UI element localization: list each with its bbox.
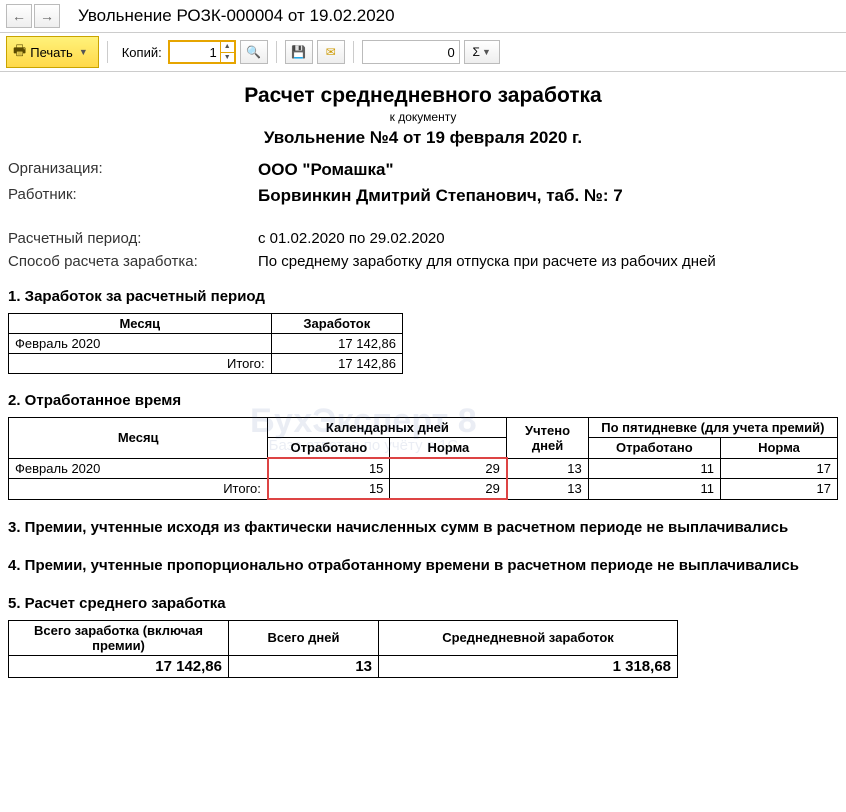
section2-title: 2. Отработанное время xyxy=(8,392,838,409)
col-earn: Заработок xyxy=(271,314,402,334)
copies-input[interactable] xyxy=(170,42,220,62)
dropdown-icon: ▼ xyxy=(79,47,88,57)
preview-button[interactable]: 🔍 xyxy=(240,40,268,64)
table-total-row: Итого: 15 29 13 11 17 xyxy=(9,479,838,500)
worked-time-table: Месяц Календарных дней Учтено дней По пя… xyxy=(8,417,838,500)
printer-icon: 🖶 xyxy=(13,40,26,64)
envelope-icon: ✉ xyxy=(326,45,336,59)
section1-title: 1. Заработок за расчетный период xyxy=(8,288,838,305)
table-row: Февраль 202017 142,86 xyxy=(9,334,403,354)
copies-up[interactable]: ▲ xyxy=(220,42,234,53)
report-title: Расчет среднедневного заработка xyxy=(8,84,838,108)
sigma-button[interactable]: Σ ▼ xyxy=(464,40,500,64)
earnings-table: МесяцЗаработок Февраль 202017 142,86 Ито… xyxy=(8,313,403,374)
number-input-wrap xyxy=(362,40,460,64)
document-title: Увольнение РОЗК-000004 от 19.02.2020 xyxy=(78,6,395,26)
number-input[interactable] xyxy=(363,41,459,63)
report-subtitle-doc: Увольнение №4 от 19 февраля 2020 г. xyxy=(8,128,838,148)
col-month: Месяц xyxy=(9,314,272,334)
copies-input-wrap: ▲ ▼ xyxy=(168,40,236,64)
org-label: Организация: xyxy=(8,160,258,180)
section4-title: 4. Премии, учтенные пропорционально отра… xyxy=(8,556,838,576)
email-button[interactable]: ✉ xyxy=(317,40,345,64)
period-label: Расчетный период: xyxy=(8,230,258,247)
table-row: 17 142,86 13 1 318,68 xyxy=(9,655,678,677)
section5-title: 5. Расчет среднего заработка xyxy=(8,595,838,612)
copies-label: Копий: xyxy=(122,45,162,60)
copies-down[interactable]: ▼ xyxy=(220,53,234,63)
section3-title: 3. Премии, учтенные исходя из фактически… xyxy=(8,518,838,538)
emp-label: Работник: xyxy=(8,186,258,206)
nav-back-button[interactable]: ← xyxy=(6,4,32,28)
separator xyxy=(276,41,277,63)
diskette-icon: 💾 xyxy=(291,45,306,59)
print-button[interactable]: 🖶 Печать ▼ xyxy=(6,36,99,68)
period-value: с 01.02.2020 по 29.02.2020 xyxy=(258,230,445,247)
report-subtitle-small: к документу xyxy=(8,110,838,124)
average-calc-table: Всего заработка (включая премии) Всего д… xyxy=(8,620,678,678)
method-value: По среднему заработку для отпуска при ра… xyxy=(258,253,716,270)
emp-value: Борвинкин Дмитрий Степанович, таб. №: 7 xyxy=(258,186,623,206)
table-total-row: Итого:17 142,86 xyxy=(9,354,403,374)
save-button[interactable]: 💾 xyxy=(285,40,313,64)
org-value: ООО "Ромашка" xyxy=(258,160,394,180)
separator xyxy=(107,41,108,63)
print-button-label: Печать xyxy=(30,45,73,60)
magnifier-icon: 🔍 xyxy=(246,45,261,59)
dropdown-icon: ▼ xyxy=(482,47,491,57)
method-label: Способ расчета заработка: xyxy=(8,253,258,270)
table-row: Февраль 2020 15 29 13 11 17 xyxy=(9,458,838,479)
nav-forward-button[interactable]: → xyxy=(34,4,60,28)
sigma-icon: Σ xyxy=(473,45,480,59)
separator xyxy=(353,41,354,63)
